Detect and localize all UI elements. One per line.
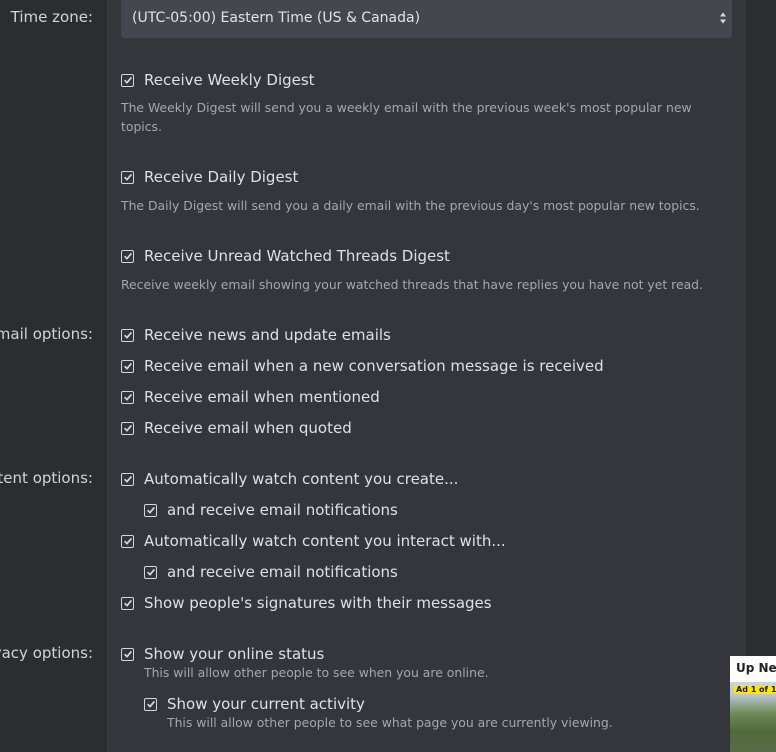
current-activity-hint: This will allow other people to see what… bbox=[167, 715, 613, 730]
watch-interacted-email-label: and receive email notifications bbox=[167, 563, 398, 581]
email-conversation-checkbox[interactable] bbox=[121, 359, 134, 373]
privacy-options-label: vacy options: bbox=[0, 644, 93, 662]
email-mentioned-label: Receive email when mentioned bbox=[144, 388, 380, 406]
watch-interacted-checkbox[interactable] bbox=[121, 534, 134, 548]
label-column bbox=[0, 0, 107, 752]
preferences-page: Time zone: mail options: tent options: v… bbox=[0, 0, 776, 752]
daily-digest-label: Receive Daily Digest bbox=[144, 168, 299, 186]
page-gutter bbox=[746, 0, 776, 752]
show-signatures-checkbox[interactable] bbox=[121, 596, 134, 610]
online-status-checkbox[interactable] bbox=[121, 647, 134, 661]
email-option-conversation[interactable]: Receive email when a new conversation me… bbox=[121, 356, 604, 376]
unread-digest-hint: Receive weekly email showing your watche… bbox=[121, 277, 703, 292]
weekly-digest-hint: The Weekly Digest will send you a weekly… bbox=[121, 100, 692, 115]
daily-digest-checkbox[interactable] bbox=[121, 170, 134, 184]
email-option-mentioned[interactable]: Receive email when mentioned bbox=[121, 387, 380, 407]
content-options-label: tent options: bbox=[0, 469, 93, 487]
weekly-digest-option[interactable]: Receive Weekly Digest bbox=[121, 70, 315, 90]
online-status-label: Show your online status bbox=[144, 645, 325, 663]
checkmark-icon bbox=[123, 362, 132, 370]
email-options-label: mail options: bbox=[0, 325, 93, 343]
email-news-label: Receive news and update emails bbox=[144, 326, 391, 344]
checkmark-icon bbox=[123, 393, 132, 401]
email-option-news[interactable]: Receive news and update emails bbox=[121, 325, 391, 345]
checkmark-icon bbox=[123, 252, 132, 260]
checkmark-icon bbox=[123, 331, 132, 339]
current-activity-option[interactable]: Show your current activity bbox=[144, 694, 365, 714]
watch-created-email-option[interactable]: and receive email notifications bbox=[144, 500, 398, 520]
watch-interacted-option[interactable]: Automatically watch content you interact… bbox=[121, 531, 506, 551]
checkmark-icon bbox=[123, 650, 132, 658]
email-news-checkbox[interactable] bbox=[121, 328, 134, 342]
watch-interacted-email-checkbox[interactable] bbox=[144, 565, 157, 579]
up-next-title: Up Nex bbox=[736, 661, 776, 675]
email-conversation-label: Receive email when a new conversation me… bbox=[144, 357, 604, 375]
unread-digest-label: Receive Unread Watched Threads Digest bbox=[144, 247, 450, 265]
email-quoted-checkbox[interactable] bbox=[121, 421, 134, 435]
ad-video-thumbnail[interactable]: Ad 1 of 1 bbox=[730, 682, 776, 752]
daily-digest-option[interactable]: Receive Daily Digest bbox=[121, 167, 298, 187]
checkmark-icon bbox=[123, 475, 132, 483]
weekly-digest-label: Receive Weekly Digest bbox=[144, 71, 315, 89]
show-signatures-option[interactable]: Show people's signatures with their mess… bbox=[121, 593, 492, 613]
show-signatures-label: Show people's signatures with their mess… bbox=[144, 594, 492, 612]
weekly-digest-hint-continued: topics. bbox=[121, 119, 162, 134]
timezone-select[interactable]: (UTC-05:00) Eastern Time (US & Canada) bbox=[121, 0, 732, 38]
email-mentioned-checkbox[interactable] bbox=[121, 390, 134, 404]
checkmark-icon bbox=[123, 424, 132, 432]
online-status-option[interactable]: Show your online status bbox=[121, 644, 324, 664]
online-status-hint: This will allow other people to see when… bbox=[144, 665, 489, 680]
up-next-widget[interactable]: Up Nex Ad 1 of 1 bbox=[730, 656, 776, 752]
ad-badge: Ad 1 of 1 bbox=[734, 685, 776, 694]
watch-created-email-label: and receive email notifications bbox=[167, 501, 398, 519]
select-arrows-icon bbox=[720, 12, 726, 24]
checkmark-icon bbox=[146, 568, 155, 576]
timezone-label: Time zone: bbox=[10, 8, 93, 26]
watch-created-option[interactable]: Automatically watch content you create..… bbox=[121, 469, 458, 489]
weekly-digest-checkbox[interactable] bbox=[121, 73, 134, 87]
current-activity-label: Show your current activity bbox=[167, 695, 365, 713]
checkmark-icon bbox=[146, 506, 155, 514]
email-quoted-label: Receive email when quoted bbox=[144, 419, 352, 437]
checkmark-icon bbox=[123, 599, 132, 607]
watch-created-label: Automatically watch content you create..… bbox=[144, 470, 459, 488]
unread-digest-option[interactable]: Receive Unread Watched Threads Digest bbox=[121, 246, 450, 266]
watch-interacted-label: Automatically watch content you interact… bbox=[144, 532, 506, 550]
watch-created-email-checkbox[interactable] bbox=[144, 503, 157, 517]
daily-digest-hint: The Daily Digest will send you a daily e… bbox=[121, 198, 700, 213]
timezone-select-value: (UTC-05:00) Eastern Time (US & Canada) bbox=[132, 10, 421, 26]
checkmark-icon bbox=[146, 700, 155, 708]
current-activity-checkbox[interactable] bbox=[144, 697, 157, 711]
checkmark-icon bbox=[123, 537, 132, 545]
checkmark-icon bbox=[123, 173, 132, 181]
watch-created-checkbox[interactable] bbox=[121, 472, 134, 486]
email-option-quoted[interactable]: Receive email when quoted bbox=[121, 418, 352, 438]
watch-interacted-email-option[interactable]: and receive email notifications bbox=[144, 562, 398, 582]
unread-digest-checkbox[interactable] bbox=[121, 249, 134, 263]
checkmark-icon bbox=[123, 76, 132, 84]
